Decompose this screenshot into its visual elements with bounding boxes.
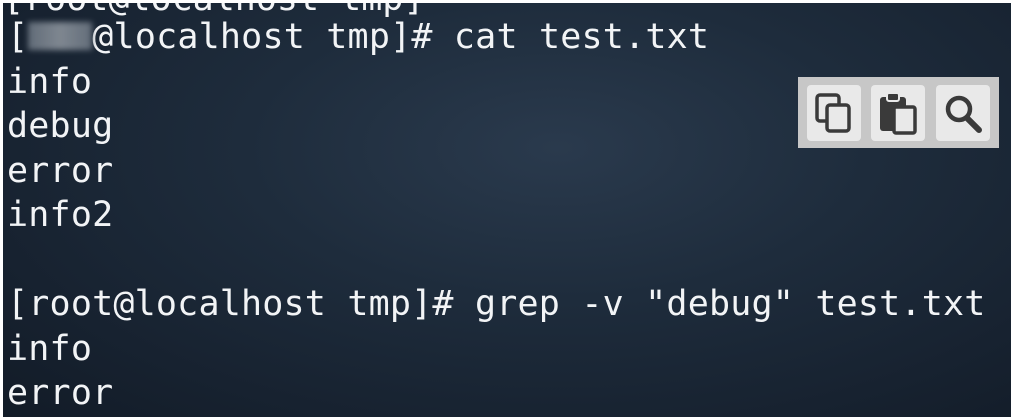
prompt: [root@localhost tmp]# bbox=[7, 284, 475, 324]
output-line: info bbox=[7, 328, 93, 369]
floating-toolbar bbox=[798, 77, 999, 148]
paste-icon bbox=[880, 91, 918, 135]
command-text: cat test.txt bbox=[453, 17, 710, 57]
redacted-username bbox=[28, 22, 93, 50]
prompt-bracket: [ bbox=[7, 17, 29, 57]
paste-button[interactable] bbox=[871, 84, 926, 141]
copy-button[interactable] bbox=[807, 84, 862, 141]
copy-icon bbox=[815, 92, 851, 133]
search-button[interactable] bbox=[935, 84, 990, 141]
search-icon bbox=[945, 95, 982, 133]
terminal-output: [@localhost tmp]# cat test.txt info debu… bbox=[7, 15, 986, 416]
command-line-cat: [ @localhost tmp]# cat test.txt bbox=[7, 15, 986, 60]
output-line: info2 bbox=[7, 195, 114, 235]
terminal-window[interactable]: [root@localhost tmp] [@localhost tmp]# c… bbox=[3, 3, 1011, 417]
command-text: grep -v "debug" test.txt bbox=[474, 284, 986, 324]
output-line: error bbox=[7, 150, 114, 191]
prompt-host: @localhost tmp]# bbox=[92, 17, 454, 57]
output-line: error bbox=[7, 373, 114, 413]
command-line-grep: [root@localhost tmp]# grep -v "debug" te… bbox=[7, 282, 986, 327]
